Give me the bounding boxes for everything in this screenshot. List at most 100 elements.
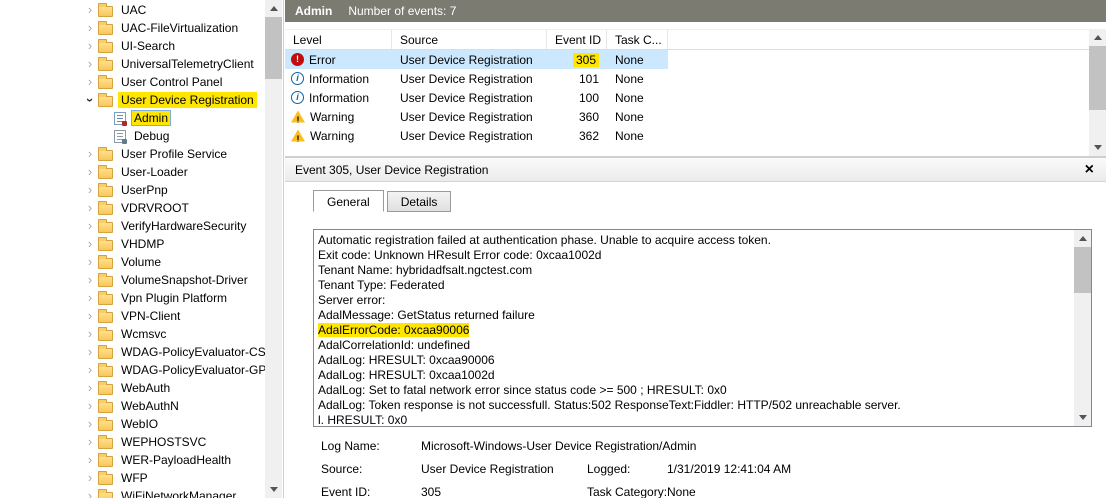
up-arrow-icon [1079, 236, 1087, 241]
chevron-right-icon[interactable]: › [82, 38, 98, 54]
chevron-right-icon[interactable]: › [82, 254, 98, 270]
chevron-right-icon[interactable]: › [82, 74, 98, 90]
tree-item-wcmsvc[interactable]: ›Wcmsvc [0, 325, 283, 343]
event-id-cell: 360 [547, 110, 607, 124]
tree-item-webauth[interactable]: ›WebAuth [0, 379, 283, 397]
chevron-right-icon[interactable]: › [82, 398, 98, 414]
event-row-100[interactable]: InformationUser Device Registration100No… [285, 88, 668, 107]
tree-item-wifinetworkmanager[interactable]: › WiFiNetworkManager [0, 487, 283, 498]
tree-item-vpn-client[interactable]: ›VPN-Client [0, 307, 283, 325]
warning-icon [291, 111, 305, 123]
tab-general[interactable]: General [313, 190, 384, 212]
tree-item-label: WiFiNetworkManager [118, 488, 239, 498]
event-row-101[interactable]: InformationUser Device Registration101No… [285, 69, 668, 88]
folder-icon [98, 492, 113, 498]
folder-icon [98, 24, 113, 35]
tree-item-admin[interactable]: Admin [0, 109, 283, 127]
chevron-right-icon[interactable]: › [82, 218, 98, 234]
event-id-text: 360 [579, 110, 599, 124]
event-description-text: AdalLog: Set to fatal network error sinc… [318, 383, 727, 397]
scroll-down-icon[interactable] [1089, 139, 1106, 156]
column-header-level[interactable]: Level [285, 30, 392, 49]
tree-item-universaltelemetryclient[interactable]: ›UniversalTelemetryClient [0, 55, 283, 73]
tree-item-user-device-registration[interactable]: ›User Device Registration [0, 91, 283, 109]
chevron-right-icon[interactable]: › [82, 290, 98, 306]
chevron-right-icon[interactable]: › [82, 326, 98, 342]
event-description: Automatic registration failed at authent… [318, 233, 1070, 425]
chevron-right-icon[interactable]: › [82, 2, 98, 18]
tree-item-user-control-panel[interactable]: ›User Control Panel [0, 73, 283, 91]
folder-icon [98, 150, 113, 161]
chevron-right-icon[interactable]: › [82, 56, 98, 72]
column-header-event-id[interactable]: Event ID [547, 30, 607, 49]
tree-item-volumesnapshot-driver[interactable]: ›VolumeSnapshot-Driver [0, 271, 283, 289]
scrollbar-thumb[interactable] [265, 17, 282, 79]
tree-item-vdrvroot[interactable]: › VDRVROOT [0, 199, 283, 217]
event-description-text: AdalMessage: GetStatus returned failure [318, 308, 535, 322]
chevron-right-icon[interactable]: › [82, 236, 98, 252]
tree-item-wephostsvc[interactable]: ›WEPHOSTSVC [0, 433, 283, 451]
tree-item-uac-filevirtualization[interactable]: ›UAC-FileVirtualization [0, 19, 283, 37]
detail-title: Event 305, User Device Registration [295, 163, 488, 177]
tree-item-user-loader[interactable]: ›User-Loader [0, 163, 283, 181]
tree-item-wfp[interactable]: ›WFP [0, 469, 283, 487]
tab-details[interactable]: Details [387, 191, 452, 212]
tree-item-label: VDRVROOT [118, 200, 192, 216]
scroll-down-icon[interactable] [1074, 409, 1091, 426]
tree-item-label: User Profile Service [118, 146, 230, 162]
tree-item-userpnp[interactable]: ›UserPnp [0, 181, 283, 199]
chevron-right-icon[interactable]: › [82, 362, 98, 378]
event-row-362[interactable]: WarningUser Device Registration362None [285, 126, 668, 145]
chevron-right-icon[interactable]: › [82, 344, 98, 360]
tree-item-webauthn[interactable]: ›WebAuthN [0, 397, 283, 415]
tree-item-verifyhardwaresecurity[interactable]: ›VerifyHardwareSecurity [0, 217, 283, 235]
event-description-line: Automatic registration failed at authent… [318, 233, 1070, 248]
scroll-down-icon[interactable] [265, 481, 282, 498]
event-table-scrollbar[interactable] [1089, 29, 1106, 156]
description-scrollbar[interactable] [1074, 230, 1091, 426]
chevron-right-icon[interactable]: › [82, 488, 98, 498]
event-row-360[interactable]: WarningUser Device Registration360None [285, 107, 668, 126]
tree-item-ui-search[interactable]: ›UI-Search [0, 37, 283, 55]
tree-item-vpn-plugin-platform[interactable]: ›Vpn Plugin Platform [0, 289, 283, 307]
chevron-right-icon[interactable]: › [82, 272, 98, 288]
scroll-up-icon[interactable] [1074, 230, 1091, 247]
column-header-task-c[interactable]: Task C... [607, 30, 668, 49]
tree-item-wdag-policyevaluator-gp[interactable]: ›WDAG-PolicyEvaluator-GP [0, 361, 283, 379]
tree-item-user-profile-service[interactable]: › User Profile Service [0, 145, 283, 163]
tree-item-vhdmp[interactable]: ›VHDMP [0, 235, 283, 253]
chevron-right-icon[interactable]: › [82, 434, 98, 450]
down-arrow-icon [1079, 415, 1087, 420]
event-description-text: Automatic registration failed at authent… [318, 233, 771, 247]
chevron-right-icon[interactable]: › [82, 20, 98, 36]
chevron-right-icon[interactable]: › [82, 164, 98, 180]
tree-item-volume[interactable]: ›Volume [0, 253, 283, 271]
tree-item-debug[interactable]: Debug [0, 127, 283, 145]
chevron-right-icon[interactable]: › [82, 200, 98, 216]
chevron-right-icon[interactable]: › [82, 452, 98, 468]
chevron-right-icon[interactable]: › [82, 470, 98, 486]
column-header-source[interactable]: Source [392, 30, 547, 49]
chevron-right-icon[interactable]: › [82, 182, 98, 198]
event-row-305[interactable]: ErrorUser Device Registration305None [285, 50, 668, 69]
chevron-right-icon[interactable]: › [82, 380, 98, 396]
event-description-line: AdalErrorCode: 0xcaa90006 [318, 323, 1070, 338]
tree-item-webio[interactable]: ›WebIO [0, 415, 283, 433]
close-icon[interactable]: × [1085, 162, 1094, 178]
chevron-down-icon[interactable]: › [82, 92, 98, 108]
tree-item-label: UAC [118, 2, 149, 18]
tree-item-wer-payloadhealth[interactable]: ›WER-PayloadHealth [0, 451, 283, 469]
chevron-right-icon[interactable]: › [82, 146, 98, 162]
tree-item-wdag-policyevaluator-csp[interactable]: ›WDAG-PolicyEvaluator-CSP [0, 343, 283, 361]
folder-icon [98, 384, 113, 395]
chevron-right-icon[interactable]: › [82, 416, 98, 432]
chevron-right-icon[interactable]: › [82, 308, 98, 324]
tree-scrollbar[interactable] [265, 0, 282, 498]
scroll-up-icon[interactable] [265, 0, 282, 17]
scroll-up-icon[interactable] [1089, 29, 1106, 46]
tree-item-uac[interactable]: › UAC [0, 1, 283, 19]
folder-icon [98, 330, 113, 341]
scrollbar-thumb[interactable] [1089, 46, 1106, 110]
folder-icon [98, 294, 113, 305]
scrollbar-thumb[interactable] [1074, 247, 1091, 293]
